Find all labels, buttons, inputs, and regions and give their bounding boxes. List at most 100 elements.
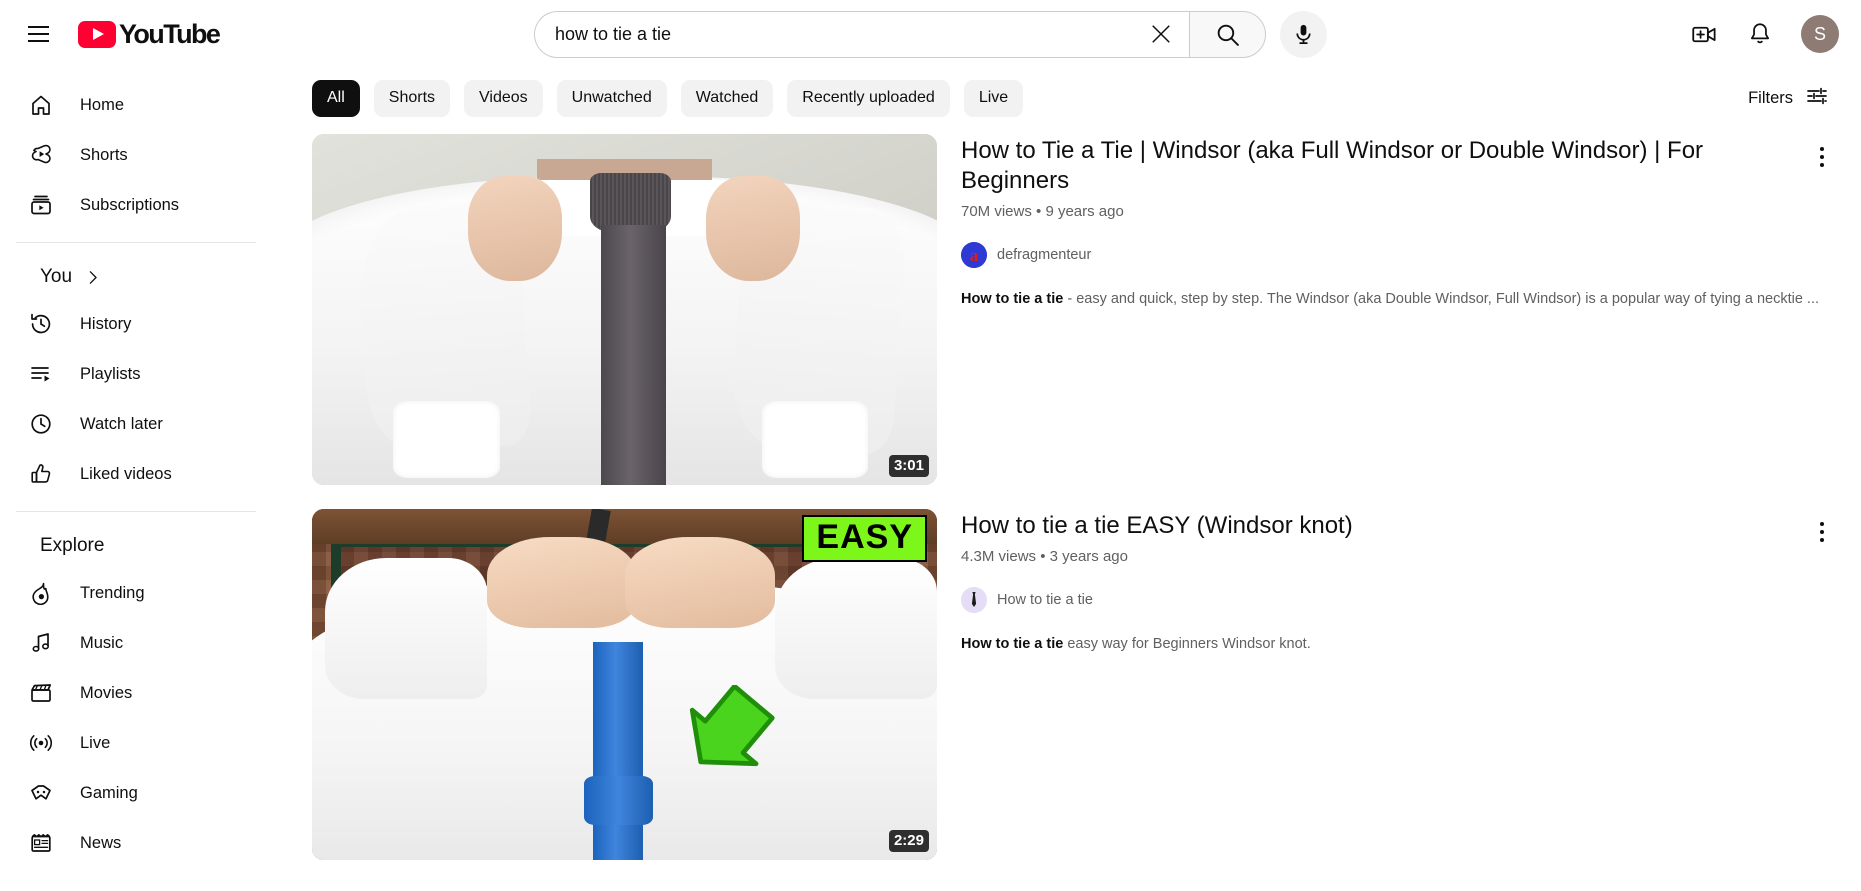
bell-glyph <box>1751 23 1769 44</box>
playlists-icon <box>28 361 54 387</box>
youtube-logo[interactable]: YouTube <box>78 19 221 50</box>
video-duration: 2:29 <box>888 829 929 852</box>
live-broadcast-icon <box>28 730 54 756</box>
sidebar-item-label: History <box>80 314 132 333</box>
video-title[interactable]: How to tie a tie EASY (Windsor knot) <box>961 511 1861 541</box>
search-input[interactable] <box>555 22 1141 46</box>
close-x-glyph <box>1152 25 1170 43</box>
thumbnail-easy-badge: EASY <box>802 515 927 562</box>
more-vertical-icon[interactable] <box>1801 511 1843 553</box>
history-icon <box>28 311 54 337</box>
create-video-glyph <box>1691 26 1716 42</box>
chip-all[interactable]: All <box>312 79 360 117</box>
clock-icon <box>28 411 54 437</box>
chip-live[interactable]: Live <box>963 79 1024 117</box>
sidebar-item-live[interactable]: Live <box>12 718 260 768</box>
topbar-left: YouTube <box>0 10 272 58</box>
channel-avatar <box>961 587 987 613</box>
sidebar-item-label: Watch later <box>80 414 163 433</box>
filters-button[interactable]: Filters <box>1748 84 1835 113</box>
sidebar-item-trending[interactable]: Trending <box>12 568 260 618</box>
sidebar-item-label: Subscriptions <box>80 195 180 214</box>
thumbnail-hand-left <box>487 537 637 629</box>
video-thumbnail[interactable]: 3:01 <box>312 134 937 485</box>
topbar-center <box>272 10 1681 58</box>
search-box[interactable] <box>534 10 1189 58</box>
subscriptions-icon <box>28 192 54 218</box>
sidebar-item-movies[interactable]: Movies <box>12 668 260 718</box>
chip-unwatched[interactable]: Unwatched <box>556 79 667 117</box>
music-note-icon <box>28 630 54 656</box>
sidebar-item-watch-later[interactable]: Watch later <box>12 399 260 449</box>
sidebar-item-label: Music <box>80 633 124 652</box>
chip-videos[interactable]: Videos <box>464 79 543 117</box>
top-bar: YouTube how to tie a tie S <box>0 0 1861 68</box>
youtube-play-icon <box>78 20 116 48</box>
thumbnail-tie <box>593 642 644 860</box>
sidebar-item-label: Playlists <box>80 364 141 383</box>
chip-watched[interactable]: Watched <box>680 79 774 117</box>
chevron-right-icon <box>84 269 101 286</box>
sidebar-item-label: Shorts <box>80 145 128 164</box>
hamburger-menu-icon[interactable] <box>14 10 62 58</box>
sidebar-item-shorts[interactable]: Shorts <box>12 130 260 180</box>
voice-search-button[interactable] <box>1280 10 1327 58</box>
create-video-icon[interactable] <box>1681 11 1727 57</box>
channel-name: How to tie a tie <box>997 592 1093 608</box>
topbar-right: S <box>1681 11 1861 57</box>
trending-flame-icon <box>28 580 54 606</box>
description-text: - easy and quick, step by step. The Wind… <box>1063 291 1820 307</box>
chip-recently-uploaded[interactable]: Recently uploaded <box>787 79 950 117</box>
description-text: easy way for Beginners Windsor knot. <box>1063 636 1311 652</box>
thumbnail-tie-knot <box>583 775 653 825</box>
sidebar-item-liked-videos[interactable]: Liked videos <box>12 449 260 499</box>
bell-icon[interactable] <box>1737 11 1783 57</box>
thumbnail-sleeve-right <box>774 558 937 699</box>
clapperboard-icon <box>28 680 54 706</box>
sidebar-you-header[interactable]: You <box>12 255 260 299</box>
avatar[interactable]: S <box>1801 15 1839 53</box>
video-thumbnail[interactable]: EASY 2:29 <box>312 509 937 860</box>
search-results-list: 3:01 How to Tie a Tie | Windsor (aka Ful… <box>272 134 1861 891</box>
sidebar-item-home[interactable]: Home <box>12 80 260 130</box>
sidebar-item-subscriptions[interactable]: Subscriptions <box>12 180 260 230</box>
search-area <box>534 10 1327 58</box>
chip-shorts[interactable]: Shorts <box>373 79 451 117</box>
video-description: How to tie a tie easy way for Beginners … <box>961 635 1861 655</box>
more-vertical-icon[interactable] <box>1801 136 1843 178</box>
thumbnail-cuff-right <box>762 400 869 478</box>
sidebar-item-playlists[interactable]: Playlists <box>12 349 260 399</box>
sidebar-item-label: News <box>80 833 122 852</box>
video-metadata: 4.3M views • 3 years ago <box>961 548 1128 565</box>
tune-sliders-icon <box>1805 84 1829 113</box>
channel-link[interactable]: How to tie a tie <box>961 587 1861 613</box>
thumbnail-hand-left <box>468 176 562 282</box>
shorts-icon <box>28 142 54 168</box>
microphone-icon <box>1296 24 1311 44</box>
sidebar-you-label: You <box>40 266 73 287</box>
video-title[interactable]: How to Tie a Tie | Windsor (aka Full Win… <box>961 136 1861 196</box>
thumbnail-hand-right <box>705 176 800 282</box>
sidebar-item-label: Gaming <box>80 783 138 802</box>
sidebar-item-news[interactable]: News <box>12 818 260 868</box>
result-info: How to Tie a Tie | Windsor (aka Full Win… <box>937 134 1861 485</box>
channel-name: defragmenteur <box>997 247 1092 263</box>
video-description: How to tie a tie - easy and quick, step … <box>961 290 1861 310</box>
sidebar-item-history[interactable]: History <box>12 299 260 349</box>
sidebar-item-gaming[interactable]: Gaming <box>12 768 260 818</box>
filters-label: Filters <box>1748 88 1793 107</box>
thumbs-up-icon <box>28 461 54 487</box>
video-duration: 3:01 <box>888 454 929 477</box>
search-button[interactable] <box>1189 10 1266 58</box>
channel-link[interactable]: a defragmenteur <box>961 242 1861 268</box>
sidebar-explore-header: Explore <box>12 524 260 568</box>
gamepad-icon <box>28 780 54 806</box>
close-x-icon[interactable] <box>1141 14 1181 54</box>
sidebar-item-music[interactable]: Music <box>12 618 260 668</box>
sidebar-item-label: Home <box>80 95 125 114</box>
sidebar-item-label: Movies <box>80 683 133 702</box>
magnifier-icon <box>1217 24 1239 46</box>
description-highlight: How to tie a tie <box>961 291 1064 307</box>
newspaper-icon <box>28 830 54 856</box>
sidebar-item-label: Trending <box>80 583 145 602</box>
